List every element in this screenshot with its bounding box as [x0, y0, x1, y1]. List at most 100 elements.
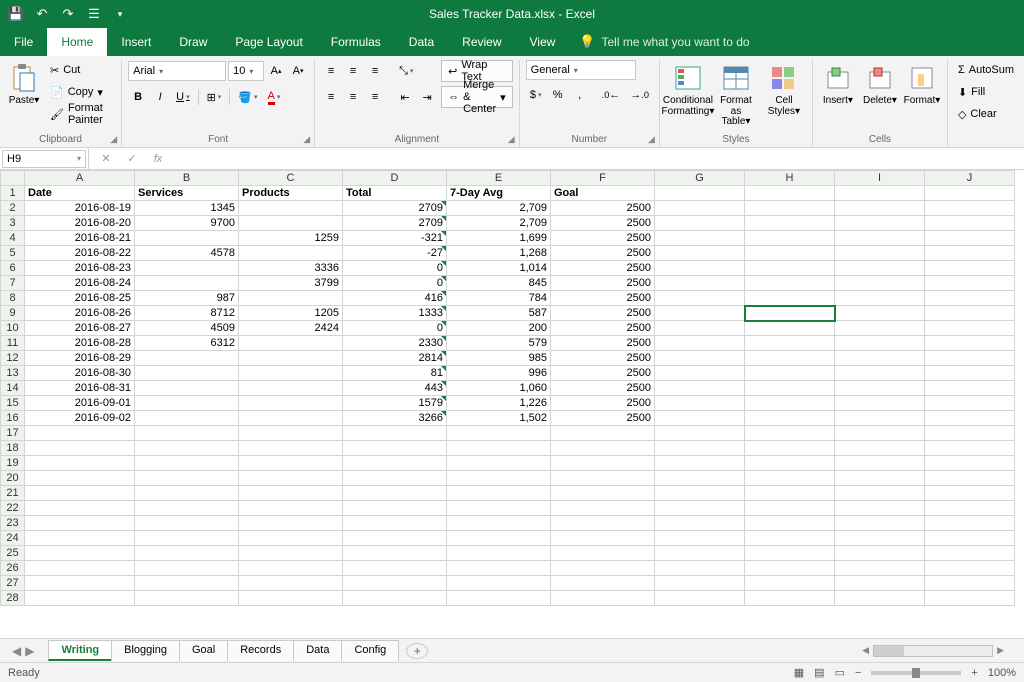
cell[interactable] [745, 201, 835, 216]
cell[interactable] [655, 456, 745, 471]
cell[interactable] [551, 516, 655, 531]
cell[interactable] [835, 351, 925, 366]
ribbon-tab-page-layout[interactable]: Page Layout [221, 28, 316, 56]
redo-icon[interactable]: ↷ [60, 6, 76, 22]
cell[interactable]: 2016-08-21 [25, 231, 135, 246]
cell[interactable] [447, 426, 551, 441]
cell[interactable] [25, 531, 135, 546]
cell[interactable] [745, 306, 835, 321]
cell[interactable]: Date [25, 186, 135, 201]
horizontal-scrollbar[interactable]: ◀ ▶ [862, 645, 1004, 657]
cell[interactable] [239, 336, 343, 351]
cell[interactable] [655, 291, 745, 306]
cell[interactable] [925, 426, 1015, 441]
font-size-combo[interactable]: 10▾ [228, 61, 264, 81]
ribbon-tab-home[interactable]: Home [47, 28, 107, 56]
cell[interactable]: 0 [343, 276, 447, 291]
increase-indent-button[interactable]: ⇥ [417, 87, 437, 107]
cell[interactable] [239, 561, 343, 576]
cell[interactable] [343, 546, 447, 561]
cell[interactable] [25, 501, 135, 516]
cell[interactable]: 443 [343, 381, 447, 396]
percent-button[interactable]: % [548, 85, 568, 105]
italic-button[interactable]: I [150, 87, 170, 107]
cell[interactable] [447, 576, 551, 591]
cell[interactable]: 1579 [343, 396, 447, 411]
cell[interactable] [135, 381, 239, 396]
cell[interactable] [925, 201, 1015, 216]
sheet-tab-writing[interactable]: Writing [48, 640, 112, 661]
cell[interactable] [343, 516, 447, 531]
cell[interactable] [925, 396, 1015, 411]
view-page-break-icon[interactable]: ▭ [835, 666, 845, 679]
col-header-I[interactable]: I [835, 171, 925, 186]
cell[interactable] [239, 246, 343, 261]
cell[interactable] [655, 381, 745, 396]
cell[interactable] [745, 351, 835, 366]
cell[interactable] [925, 456, 1015, 471]
cell[interactable] [745, 426, 835, 441]
cell[interactable]: 2500 [551, 336, 655, 351]
cell[interactable] [655, 321, 745, 336]
cell[interactable] [745, 591, 835, 606]
row-header[interactable]: 16 [1, 411, 25, 426]
cell[interactable] [925, 261, 1015, 276]
zoom-slider[interactable] [871, 671, 961, 675]
cell[interactable] [655, 531, 745, 546]
cell[interactable] [25, 441, 135, 456]
cell[interactable] [655, 576, 745, 591]
cell[interactable] [135, 546, 239, 561]
ribbon-tab-view[interactable]: View [516, 28, 570, 56]
cell[interactable] [447, 531, 551, 546]
cell[interactable] [835, 516, 925, 531]
enter-formula-icon[interactable]: ✓ [123, 152, 141, 165]
decrease-decimal-button[interactable]: →.0 [626, 85, 653, 105]
cell[interactable] [655, 591, 745, 606]
cell[interactable]: 4509 [135, 321, 239, 336]
col-header-B[interactable]: B [135, 171, 239, 186]
cell[interactable] [135, 396, 239, 411]
row-header[interactable]: 10 [1, 321, 25, 336]
cell[interactable] [239, 351, 343, 366]
borders-button[interactable]: ⊞▾ [203, 87, 226, 107]
sheet-tab-goal[interactable]: Goal [179, 640, 228, 661]
cell[interactable] [239, 516, 343, 531]
cell[interactable] [239, 216, 343, 231]
row-header[interactable]: 28 [1, 591, 25, 606]
select-all-corner[interactable] [1, 171, 25, 186]
tell-me[interactable]: 💡 Tell me what you want to do [579, 34, 749, 50]
cell[interactable] [135, 516, 239, 531]
cell[interactable] [745, 546, 835, 561]
cell[interactable]: 985 [447, 351, 551, 366]
cell[interactable]: 416 [343, 291, 447, 306]
cell[interactable]: 3799 [239, 276, 343, 291]
cell[interactable] [551, 531, 655, 546]
cell[interactable] [239, 471, 343, 486]
cell[interactable] [25, 516, 135, 531]
cell[interactable] [239, 501, 343, 516]
row-header[interactable]: 23 [1, 516, 25, 531]
cell[interactable] [745, 471, 835, 486]
cell[interactable] [135, 441, 239, 456]
row-header[interactable]: 11 [1, 336, 25, 351]
cell[interactable] [239, 531, 343, 546]
font-name-combo[interactable]: Arial▾ [128, 61, 226, 81]
cell[interactable]: 4578 [135, 246, 239, 261]
cell[interactable] [655, 546, 745, 561]
cell[interactable]: 2016-08-31 [25, 381, 135, 396]
ribbon-tab-file[interactable]: File [0, 28, 47, 56]
cell[interactable] [25, 561, 135, 576]
cell[interactable] [835, 591, 925, 606]
cell[interactable]: 3266 [343, 411, 447, 426]
cell[interactable] [239, 591, 343, 606]
cell[interactable] [655, 411, 745, 426]
cell[interactable] [835, 261, 925, 276]
row-header[interactable]: 26 [1, 561, 25, 576]
cell[interactable]: 1345 [135, 201, 239, 216]
cell[interactable] [135, 426, 239, 441]
cell[interactable]: 2,709 [447, 201, 551, 216]
cell[interactable] [25, 576, 135, 591]
cell[interactable] [655, 561, 745, 576]
fx-icon[interactable]: fx [149, 153, 167, 165]
cell[interactable]: 2500 [551, 306, 655, 321]
